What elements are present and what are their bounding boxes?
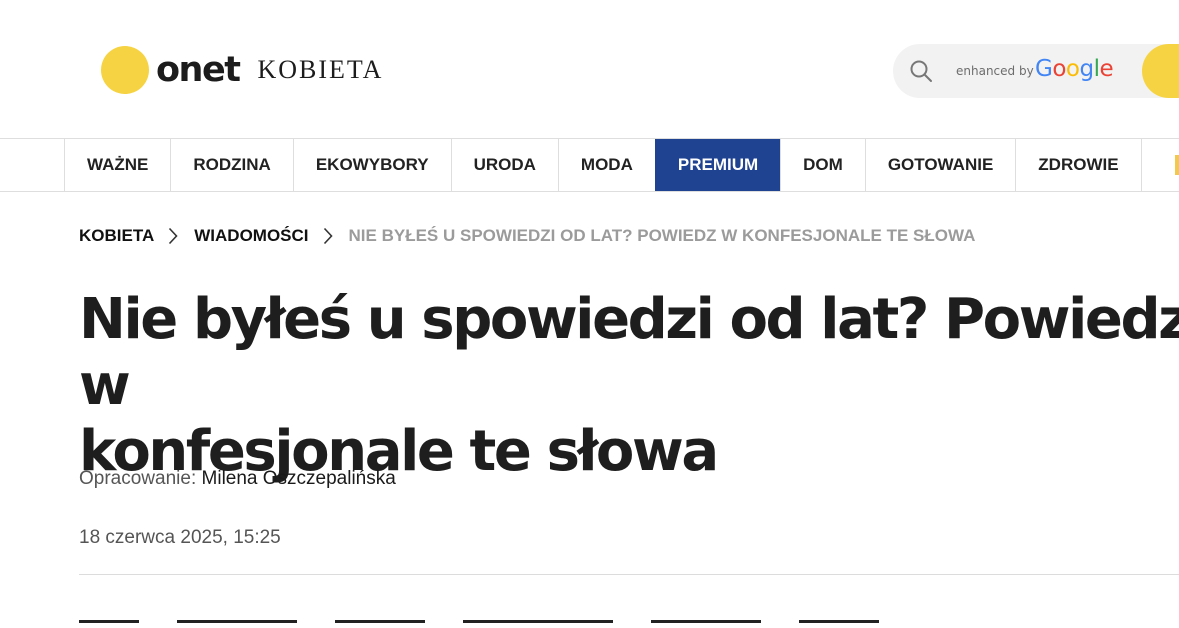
search-box[interactable]: enhanced by Google xyxy=(893,44,1179,98)
breadcrumb-current: NIE BYŁEŚ U SPOWIEDZI OD LAT? POWIEDZ W … xyxy=(348,226,976,245)
article-author: Opracowanie: Milena Oszczepalińska xyxy=(79,468,396,490)
logo-brand: onet xyxy=(156,49,241,90)
nav-item-gotowanie[interactable]: GOTOWANIE xyxy=(864,139,1015,191)
nav-item-ekowybory[interactable]: EKOWYBORY xyxy=(292,139,451,191)
google-letter: e xyxy=(1099,56,1114,82)
chevron-right-icon xyxy=(323,227,333,245)
nav-item-dom[interactable]: DOM xyxy=(780,139,865,191)
nav-item-zdrowie[interactable]: ZDROWIE xyxy=(1015,139,1142,191)
logo-dot-icon xyxy=(101,46,149,94)
nav-item-uroda[interactable]: URODA xyxy=(450,139,558,191)
logo-section-name: KOBIETA xyxy=(257,55,384,84)
author-label: Opracowanie: xyxy=(79,468,197,489)
article-lead-cutoff xyxy=(79,620,979,628)
article-title-line-1: Nie byłeś u spowiedzi od lat? Powiedz w xyxy=(79,287,1179,418)
chevron-right-icon xyxy=(169,227,178,245)
main-navigation: WAŻNE RODZINA EKOWYBORY URODA MODA PREMIUM DOM… xyxy=(0,138,1179,192)
search-enhanced-by: enhanced by xyxy=(956,64,1034,78)
google-letter: o xyxy=(1065,56,1080,82)
nav-item-moda[interactable]: MODA xyxy=(557,139,655,191)
search-icon[interactable] xyxy=(909,59,933,83)
article-title: Nie byłeś u spowiedzi od lat? Powiedz w … xyxy=(79,287,1179,485)
nav-overflow-edge xyxy=(1175,155,1179,175)
google-logo: Google xyxy=(1035,56,1114,82)
article-date: 18 czerwca 2025, 15:25 xyxy=(79,527,281,548)
google-letter: G xyxy=(1035,56,1053,82)
nav-list: WAŻNE RODZINA EKOWYBORY URODA MODA PREMIUM DOM… xyxy=(64,139,1142,191)
breadcrumb-link[interactable]: KOBIETA xyxy=(79,226,154,246)
breadcrumb-link[interactable]: WIADOMOŚCI xyxy=(194,226,308,246)
google-letter: g xyxy=(1079,56,1094,82)
nav-item-rodzina[interactable]: RODZINA xyxy=(170,139,292,191)
breadcrumb: KOBIETA WIADOMOŚCI NIE BYŁEŚ U SPOWIEDZI O… xyxy=(79,226,975,246)
author-name[interactable]: Milena Oszczepalińska xyxy=(202,468,396,489)
google-letter: o xyxy=(1052,56,1066,82)
nav-item-ważne[interactable]: WAŻNE xyxy=(64,139,170,191)
onet-kobieta-logo[interactable]: onet KOBIETA xyxy=(101,45,383,95)
meta-divider xyxy=(79,574,1179,575)
nav-item-premium[interactable]: PREMIUM xyxy=(654,139,781,191)
site-header: onet KOBIETA enhanced by Google xyxy=(0,0,1179,138)
